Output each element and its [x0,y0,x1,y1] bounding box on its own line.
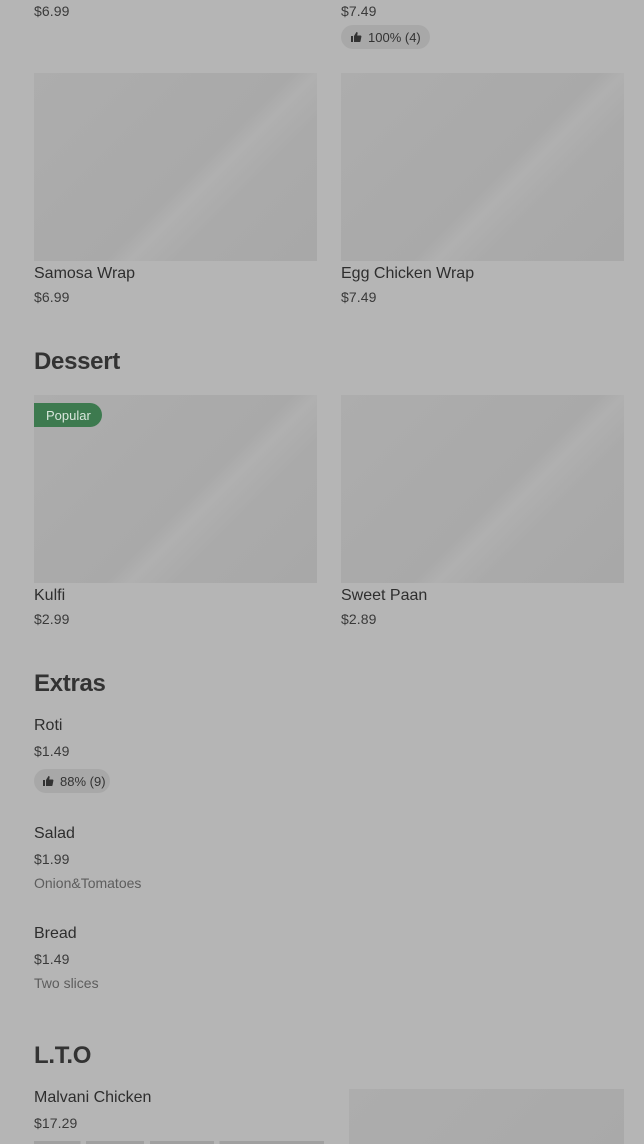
item-name[interactable]: Egg Chicken Wrap [341,265,474,283]
item-price: $1.99 [34,851,70,867]
item-description: Two slices [34,975,99,991]
item-name[interactable]: Samosa Wrap [34,265,135,283]
thumbs-up-icon [42,775,54,787]
item-name[interactable]: Sweet Paan [341,587,427,605]
item-price: $7.49 [341,289,377,305]
item-price: $1.49 [34,743,70,759]
item-description-partial [34,1137,324,1144]
section-title-extras: Extras [34,670,106,697]
thumbs-up-icon [350,31,362,43]
rating-pill: 88% (9) [34,769,110,793]
item-price: $7.49 [341,3,377,19]
item-price: $2.99 [34,611,70,627]
item-name[interactable]: Salad [34,825,75,843]
item-price: $6.99 [34,3,70,19]
item-name[interactable]: Bread [34,925,77,943]
rating-text: 88% (9) [60,773,106,789]
item-description: Onion&Tomatoes [34,875,142,891]
item-image[interactable] [341,395,624,583]
item-image[interactable] [34,73,317,261]
rating-text: 100% (4) [368,29,421,45]
popular-badge: Popular [34,403,102,427]
item-price: $2.89 [341,611,377,627]
item-price: $6.99 [34,289,70,305]
item-image[interactable] [341,73,624,261]
item-name[interactable]: Roti [34,717,62,735]
rating-pill: 100% (4) [341,25,430,49]
item-image[interactable] [349,1089,624,1144]
item-name[interactable]: Kulfi [34,587,65,605]
item-name[interactable]: Malvani Chicken [34,1089,151,1107]
section-title-lto: L.T.O [34,1042,92,1069]
section-title-dessert: Dessert [34,348,120,375]
item-price: $17.29 [34,1115,78,1131]
item-price: $1.49 [34,951,70,967]
